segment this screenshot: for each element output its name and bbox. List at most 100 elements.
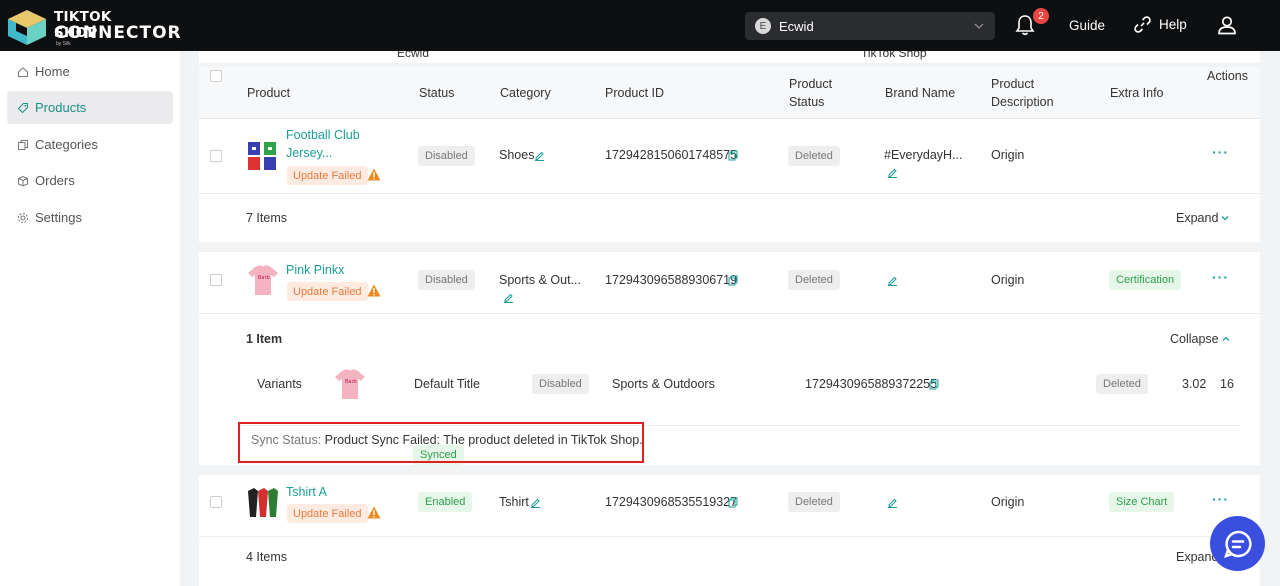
help-label: Help bbox=[1159, 17, 1187, 32]
svg-text:Barb: Barb bbox=[345, 379, 357, 385]
store-avatar: E bbox=[755, 18, 771, 34]
variant-thumbnail: Barb bbox=[335, 369, 365, 399]
chat-button[interactable] bbox=[1210, 516, 1265, 571]
app-logo[interactable]: TIKTOK SHOP CONNECTOR by Silk bbox=[6, 6, 181, 47]
edit-icon[interactable] bbox=[530, 497, 541, 508]
col-product[interactable]: Product bbox=[247, 84, 290, 102]
copy-icon[interactable] bbox=[929, 379, 939, 390]
extra-info-badge[interactable]: Certification bbox=[1109, 270, 1182, 290]
user-icon[interactable] bbox=[1217, 15, 1237, 35]
products-table: Ecwid TikTok Shop Product Status Categor… bbox=[199, 51, 1260, 586]
expand-toggle[interactable]: Expand bbox=[1176, 211, 1230, 225]
store-selector[interactable]: E Ecwid bbox=[745, 12, 995, 40]
variant-quantity: 16 bbox=[1220, 377, 1234, 391]
sidebar-item-home[interactable]: Home bbox=[7, 55, 173, 88]
col-description[interactable]: Product Description bbox=[991, 75, 1054, 111]
product-name[interactable]: Tshirt A bbox=[286, 483, 327, 501]
chat-icon bbox=[1223, 530, 1252, 558]
tiktok-status-badge: Deleted bbox=[788, 492, 840, 512]
row-checkbox[interactable] bbox=[210, 150, 222, 162]
category-text: Tshirt bbox=[499, 495, 529, 509]
product-thumbnail[interactable] bbox=[246, 485, 280, 519]
variant-price: 3.02 bbox=[1182, 377, 1207, 391]
logo-by: by Silk bbox=[56, 41, 71, 47]
product-name[interactable]: Football Club Jersey... bbox=[286, 126, 360, 162]
divider bbox=[199, 536, 1260, 537]
col-product-status-line2: Status bbox=[789, 95, 825, 109]
more-actions-button[interactable]: ··· bbox=[1212, 491, 1229, 507]
items-count: 1 Item bbox=[246, 332, 283, 346]
sync-status-label: Sync Status: bbox=[251, 433, 322, 447]
collapse-label: Collapse bbox=[1170, 332, 1219, 346]
more-actions-button[interactable]: ··· bbox=[1212, 144, 1229, 160]
status-badge: Disabled bbox=[418, 270, 475, 290]
update-failed-tag: Update Failed bbox=[287, 166, 368, 185]
product-name-line2: Jersey... bbox=[286, 146, 333, 160]
edit-icon[interactable] bbox=[534, 150, 545, 161]
product-id-text: 1729428150601748575 bbox=[605, 148, 738, 162]
sidebar-item-settings[interactable]: Settings bbox=[7, 201, 173, 234]
link-icon bbox=[1134, 16, 1151, 33]
tiktok-status-badge: Deleted bbox=[788, 270, 840, 290]
divider bbox=[199, 313, 1260, 314]
copy-icon[interactable] bbox=[728, 497, 738, 508]
update-failed-tag: Update Failed bbox=[287, 282, 368, 301]
divider bbox=[199, 193, 1260, 194]
table-header: Product Status Category Product ID Produ… bbox=[199, 67, 1260, 119]
warning-icon[interactable] bbox=[367, 284, 381, 297]
copy-icon bbox=[18, 139, 28, 150]
edit-icon[interactable] bbox=[503, 292, 514, 303]
product-thumbnail[interactable] bbox=[246, 139, 280, 173]
product-id-text: 1729430968535519327 bbox=[605, 495, 738, 509]
col-product-status[interactable]: Product Status bbox=[789, 75, 832, 111]
variants-label: Variants bbox=[257, 377, 302, 391]
warning-icon[interactable] bbox=[367, 168, 381, 181]
col-status[interactable]: Status bbox=[419, 84, 454, 102]
items-count: 4 Items bbox=[246, 550, 287, 564]
category-text: Shoes bbox=[499, 148, 535, 162]
tiktok-status-badge: Deleted bbox=[788, 146, 840, 166]
col-extra-info[interactable]: Extra Info bbox=[1110, 84, 1164, 102]
edit-icon[interactable] bbox=[887, 167, 898, 178]
product-thumbnail[interactable]: Barb bbox=[246, 263, 280, 297]
sidebar-item-label: Orders bbox=[35, 173, 75, 188]
gear-icon bbox=[18, 212, 28, 223]
edit-icon[interactable] bbox=[887, 275, 898, 286]
status-badge: Enabled bbox=[418, 492, 473, 512]
copy-icon[interactable] bbox=[728, 150, 738, 161]
sidebar-item-label: Settings bbox=[35, 210, 82, 225]
product-card: Tshirt A Update Failed Enabled Tshirt 17… bbox=[199, 475, 1260, 586]
sidebar-item-orders[interactable]: Orders bbox=[7, 164, 173, 197]
warning-icon[interactable] bbox=[367, 506, 381, 519]
variant-product-id: 1729430965889372255 bbox=[805, 377, 938, 391]
extra-info-badge[interactable]: Size Chart bbox=[1109, 492, 1175, 512]
help-link[interactable]: Help bbox=[1134, 16, 1187, 33]
row-checkbox[interactable] bbox=[210, 274, 222, 286]
column-group-header: Ecwid TikTok Shop bbox=[199, 51, 1260, 63]
edit-icon[interactable] bbox=[887, 497, 898, 508]
more-actions-button[interactable]: ··· bbox=[1212, 269, 1229, 285]
col-product-id[interactable]: Product ID bbox=[605, 84, 664, 102]
collapse-toggle[interactable]: Collapse bbox=[1170, 332, 1231, 346]
col-brand[interactable]: Brand Name bbox=[885, 84, 955, 102]
bell-icon[interactable] bbox=[1015, 14, 1035, 36]
items-count: 7 Items bbox=[246, 211, 287, 225]
col-actions: Actions bbox=[1207, 69, 1248, 83]
row-checkbox[interactable] bbox=[210, 496, 222, 508]
product-name-line1: Football Club bbox=[286, 128, 360, 142]
home-icon bbox=[18, 66, 28, 77]
copy-icon[interactable] bbox=[728, 275, 738, 286]
sidebar-item-products[interactable]: Products bbox=[7, 91, 173, 124]
expand-label: Expand bbox=[1176, 211, 1219, 225]
logo-cube-icon bbox=[8, 10, 46, 45]
description-text: Origin bbox=[991, 273, 1025, 287]
col-product-status-line1: Product bbox=[789, 77, 833, 91]
description-text: Origin bbox=[991, 148, 1025, 162]
product-name[interactable]: Pink Pinkx bbox=[286, 261, 344, 279]
select-all-checkbox[interactable] bbox=[210, 70, 222, 82]
sidebar: Home Products Categories Orders Settings bbox=[0, 51, 180, 586]
col-category[interactable]: Category bbox=[500, 84, 551, 102]
sidebar-item-label: Categories bbox=[35, 137, 98, 152]
guide-link[interactable]: Guide bbox=[1069, 18, 1105, 33]
sidebar-item-categories[interactable]: Categories bbox=[7, 128, 173, 161]
